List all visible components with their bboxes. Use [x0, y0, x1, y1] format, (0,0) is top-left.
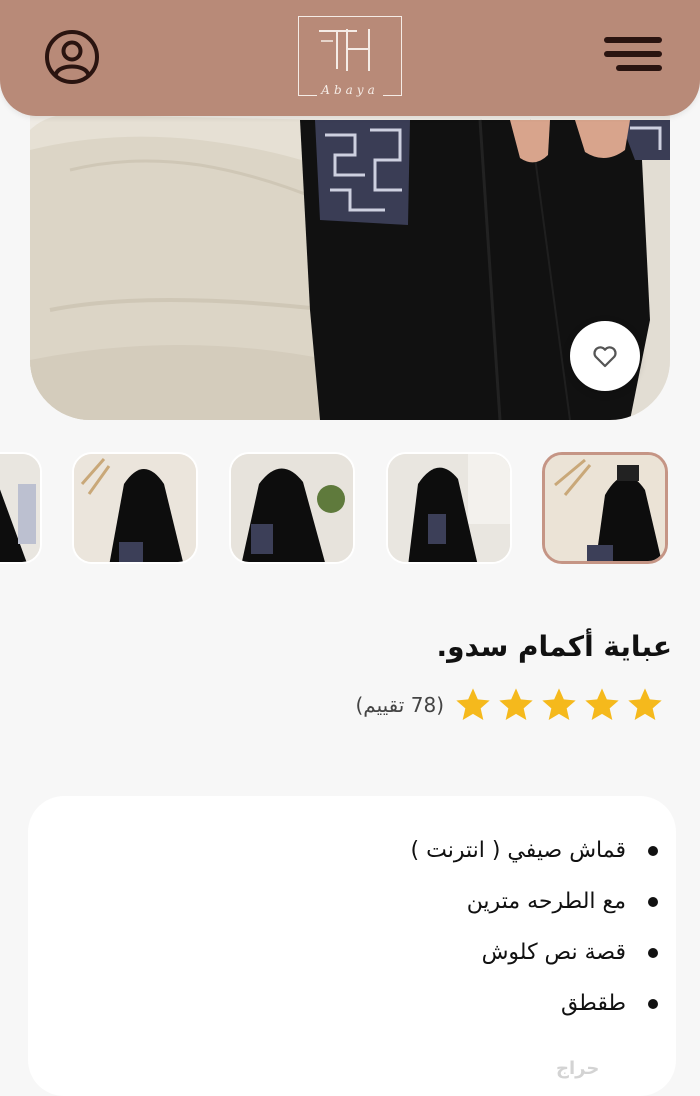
- feature-item: طقطق: [411, 985, 662, 1036]
- star-icon: [456, 688, 490, 720]
- feature-item: قماش صيفي ( انترنت ): [411, 832, 662, 883]
- watermark: حراج: [556, 1058, 600, 1079]
- account-button[interactable]: [40, 25, 104, 89]
- product-rating[interactable]: (78 تقييم): [356, 685, 666, 725]
- brand-logo[interactable]: Abaya: [298, 16, 402, 97]
- feature-item: مع الطرحه مترين: [411, 883, 662, 934]
- feature-item: قصة نص كلوش: [411, 934, 662, 985]
- thumbnail-4[interactable]: [72, 452, 198, 564]
- star-icon: [542, 688, 576, 720]
- thumbnail-3[interactable]: [229, 452, 355, 564]
- menu-button[interactable]: [601, 22, 665, 86]
- logo-text: Abaya: [317, 83, 383, 97]
- thumbnail-photo: [74, 454, 196, 562]
- star-icon: [628, 688, 662, 720]
- star-icon: [585, 688, 619, 720]
- thumbnail-photo: [388, 454, 510, 562]
- thumbnail-2[interactable]: [386, 452, 512, 564]
- rating-count: (78 تقييم): [355, 693, 445, 717]
- thumbnail-5[interactable]: [0, 452, 42, 564]
- user-circle-icon: [45, 30, 99, 84]
- app-header: Abaya: [0, 0, 700, 116]
- thumbnail-photo: [545, 455, 665, 561]
- thumbnail-1[interactable]: [542, 452, 668, 564]
- hamburger-menu-icon: [604, 37, 662, 71]
- star-icon: [499, 688, 533, 720]
- image-thumbnail-strip[interactable]: [0, 450, 700, 568]
- heart-icon: [593, 346, 617, 368]
- product-features-list: قماش صيفي ( انترنت ) مع الطرحه مترين قصة…: [411, 832, 662, 1036]
- favorite-button[interactable]: [570, 321, 640, 391]
- thumbnail-photo: [231, 454, 353, 562]
- product-title: عباية أكمام سدو.: [436, 630, 673, 663]
- thumbnail-photo: [0, 454, 40, 562]
